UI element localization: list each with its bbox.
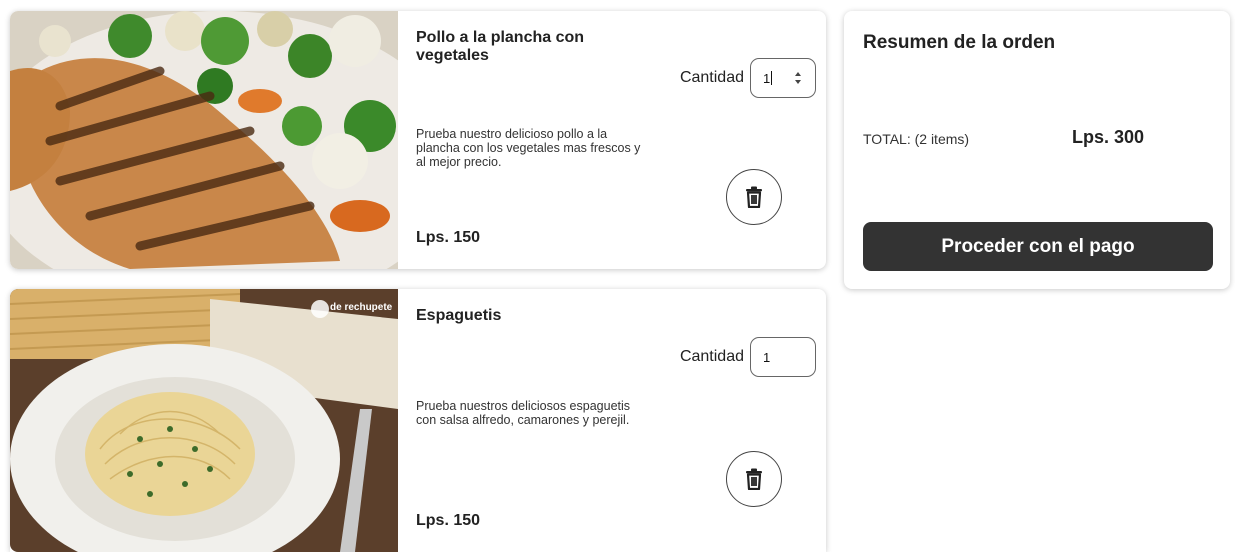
product-title: Espaguetis — [416, 307, 502, 324]
product-card: Pollo a la plancha con vegetales Cantida… — [10, 11, 826, 269]
spinner-arrows-icon[interactable] — [794, 70, 802, 86]
product-card: de rechupete Espaguetis Cantidad 1 Prueb… — [10, 289, 826, 552]
trash-icon — [746, 468, 762, 490]
product-description: Prueba nuestro delicioso pollo a la plan… — [416, 127, 641, 169]
product-title: Pollo a la plancha con vegetales — [416, 29, 585, 64]
delete-button[interactable] — [726, 169, 782, 225]
grilled-chicken-image — [10, 11, 398, 269]
product-image-chicken — [10, 11, 398, 269]
product-description: Prueba nuestros deliciosos espaguetis co… — [416, 399, 631, 427]
product-image-spaghetti: de rechupete — [10, 289, 398, 552]
quantity-value: 1 — [763, 70, 771, 86]
delete-button[interactable] — [726, 451, 782, 507]
image-watermark: de rechupete — [330, 302, 393, 313]
order-summary: Resumen de la orden TOTAL: (2 items) Lps… — [844, 11, 1230, 289]
quantity-label: Cantidad — [679, 69, 744, 86]
text-cursor — [771, 71, 773, 85]
quantity-input[interactable]: 1 — [750, 58, 816, 98]
summary-title: Resumen de la orden — [863, 32, 1056, 53]
proceed-payment-button[interactable]: Proceder con el pago — [863, 222, 1213, 271]
product-price: Lps. 150 — [416, 229, 481, 246]
spaghetti-image — [10, 289, 398, 552]
quantity-label: Cantidad — [679, 348, 744, 365]
trash-icon — [746, 186, 762, 208]
quantity-value: 1 — [763, 349, 771, 365]
total-value: Lps. 300 — [1072, 127, 1145, 147]
quantity-control: Cantidad 1 — [680, 337, 816, 377]
quantity-input[interactable]: 1 — [750, 337, 816, 377]
product-price: Lps. 150 — [416, 512, 481, 529]
quantity-control: Cantidad 1 — [680, 58, 816, 98]
total-label: TOTAL: (2 items) — [863, 131, 970, 147]
